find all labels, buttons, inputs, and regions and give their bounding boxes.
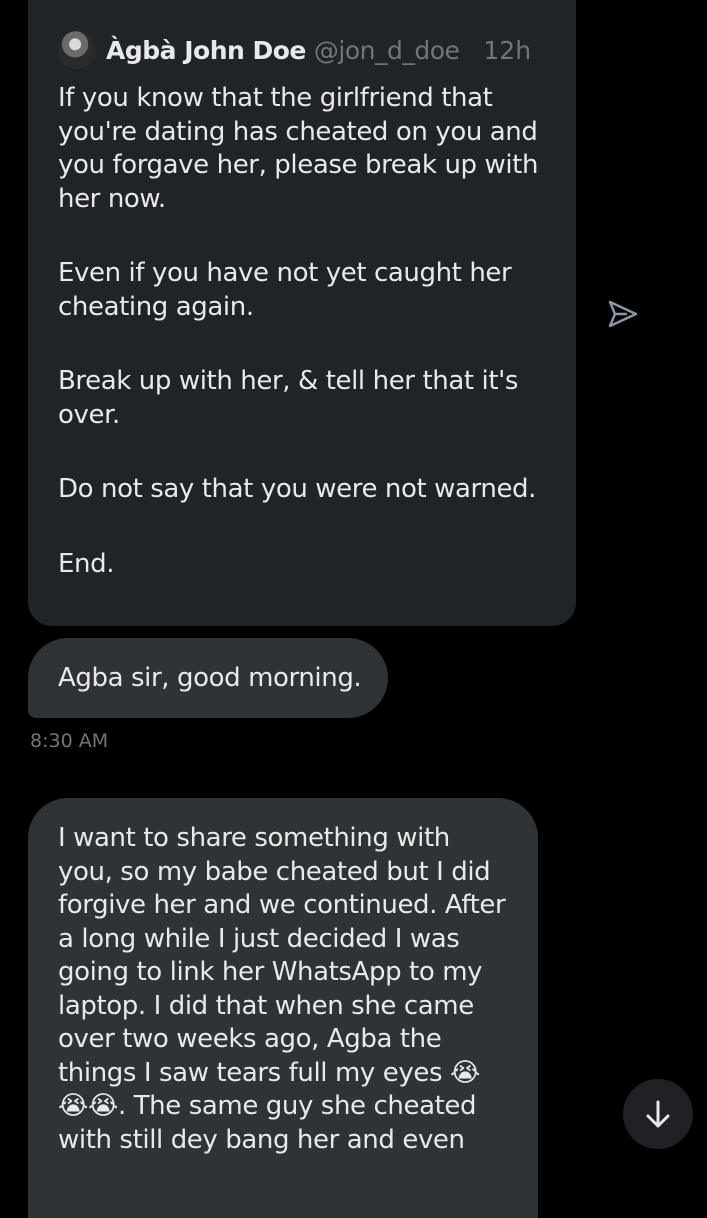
scroll-to-bottom-button[interactable]: [623, 1079, 693, 1149]
quoted-post-card[interactable]: Àgbà John Doe @jon_d_doe 12h If you know…: [28, 0, 576, 626]
quoted-post-paragraph: Even if you have not yet caught her chea…: [58, 258, 512, 322]
avatar: [58, 31, 96, 69]
quoted-post-paragraph: Do not say that you were not warned.: [58, 474, 537, 504]
message-text: Agba sir, good morning.: [58, 663, 362, 693]
author-name: Àgbà John Doe: [106, 35, 306, 65]
send-icon[interactable]: [606, 297, 640, 331]
message-bubble[interactable]: Agba sir, good morning.: [28, 638, 388, 718]
quoted-post-header: Àgbà John Doe @jon_d_doe 12h: [58, 28, 531, 72]
message-timestamp: 8:30 AM: [30, 730, 109, 752]
send-icon-graphic: [608, 300, 638, 328]
author-handle: @jon_d_doe: [313, 35, 460, 65]
quoted-post-paragraph: Break up with her, & tell her that it's …: [58, 366, 519, 430]
quoted-post-body: If you know that the girlfriend that you…: [58, 82, 558, 622]
arrow-down-icon: [646, 1100, 670, 1128]
quoted-post-paragraph: End.: [58, 548, 115, 579]
message-text: I want to share something with you, so m…: [58, 823, 506, 1155]
quoted-post-paragraph: If you know that the girlfriend that you…: [58, 83, 539, 214]
message-bubble[interactable]: I want to share something with you, so m…: [28, 798, 538, 1218]
post-time: 12h: [483, 35, 532, 65]
